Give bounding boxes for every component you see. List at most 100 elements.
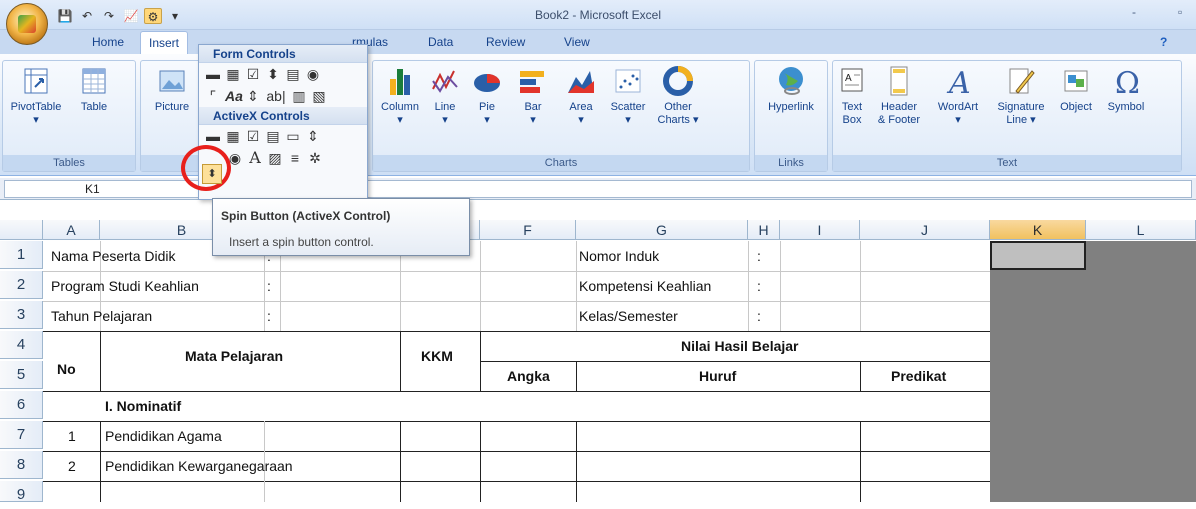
picture-button[interactable]: Picture xyxy=(147,65,197,114)
minimize-button[interactable]: - xyxy=(1132,5,1136,19)
combo-box-icon[interactable]: ▦ xyxy=(225,66,241,82)
checkbox-icon[interactable]: ☑ xyxy=(245,66,261,82)
row-header-8[interactable]: 8 xyxy=(0,451,43,479)
list-box-icon[interactable]: ▤ xyxy=(285,66,301,82)
undo-icon[interactable]: ↶ xyxy=(78,8,96,24)
redo-icon[interactable]: ↷ xyxy=(100,8,118,24)
tab-data[interactable]: Data xyxy=(428,35,453,49)
column-header-i[interactable]: I xyxy=(780,220,860,240)
activex-controls-row-1: ▬ ▦ ☑ ▤ ▭ ⇕ xyxy=(199,125,367,147)
wordart-button[interactable]: A WordArt ▾ xyxy=(929,65,987,127)
combo-dropdown-icon[interactable]: ▧ xyxy=(311,88,327,104)
tab-review[interactable]: Review xyxy=(486,35,525,49)
cell-g2[interactable]: Kompetensi Keahlian xyxy=(576,272,711,300)
signature-line-button[interactable]: Signature Line ▾ xyxy=(991,65,1051,127)
hyperlink-button[interactable]: Hyperlink xyxy=(761,65,821,114)
chart-icon[interactable]: 📈 xyxy=(122,8,140,24)
pivottable-button[interactable]: PivotTable ▾ xyxy=(5,65,67,127)
row-header-7[interactable]: 7 xyxy=(0,421,43,449)
pie-chart-button[interactable]: Pie ▾ xyxy=(467,65,507,127)
help-icon[interactable]: ? xyxy=(1160,35,1167,49)
option-button-icon[interactable]: ◉ xyxy=(305,66,321,82)
other-charts-button[interactable]: Other Charts ▾ xyxy=(653,65,703,127)
label-activex-icon[interactable]: A xyxy=(247,150,263,166)
image-activex-icon[interactable]: ▨ xyxy=(267,150,283,166)
activex-textbox-icon[interactable]: ▭ xyxy=(285,128,301,144)
office-button[interactable] xyxy=(6,3,48,45)
tab-insert[interactable]: Insert xyxy=(140,31,189,55)
tab-view[interactable]: View xyxy=(564,35,590,49)
symbol-button[interactable]: Ω Symbol xyxy=(1101,65,1151,114)
bar-chart-icon xyxy=(520,71,544,93)
table-button[interactable]: Table xyxy=(73,65,115,114)
active-cell-k1[interactable] xyxy=(990,241,1086,270)
row-header-9[interactable]: 9 xyxy=(0,481,43,503)
cell-g3[interactable]: Kelas/Semester xyxy=(576,302,678,330)
more-controls-icon[interactable]: ✲ xyxy=(307,150,323,166)
table-border xyxy=(860,361,861,391)
controls-icon[interactable]: ⚙ xyxy=(144,8,162,24)
command-button-icon[interactable]: ▬ xyxy=(205,128,221,144)
doughnut-chart-icon xyxy=(663,66,693,96)
column-header-k[interactable]: K xyxy=(990,220,1086,240)
activex-list-icon[interactable]: ▤ xyxy=(265,128,281,144)
row-header-5[interactable]: 5 xyxy=(0,361,43,389)
area-chart-button[interactable]: Area ▾ xyxy=(561,65,601,127)
other-charts-sublabel: Charts xyxy=(657,114,690,126)
header-footer-button[interactable]: Header & Footer xyxy=(871,65,927,127)
cell-a7[interactable]: 1 xyxy=(65,422,76,450)
column-header-a[interactable]: A xyxy=(43,220,100,240)
scroll-bar-icon[interactable]: ⇕ xyxy=(245,88,261,104)
tab-home[interactable]: Home xyxy=(92,35,124,49)
table-border xyxy=(100,421,101,502)
links-group-label: Links xyxy=(755,155,827,171)
button-control-icon[interactable]: ▬ xyxy=(205,66,221,82)
spin-button-form-icon[interactable]: ⬍ xyxy=(265,66,281,82)
cell-nominatif[interactable]: I. Nominatif xyxy=(102,392,181,420)
ribbon: PivotTable▾ Table Tables Picture rt Colu… xyxy=(0,54,1196,176)
name-box[interactable]: K1 xyxy=(4,180,204,198)
select-all-corner[interactable] xyxy=(0,220,43,240)
gridline xyxy=(43,301,990,302)
row-header-3[interactable]: 3 xyxy=(0,301,43,329)
row-header-1[interactable]: 1 xyxy=(0,241,43,269)
column-header-h[interactable]: H xyxy=(748,220,780,240)
column-header-f[interactable]: F xyxy=(480,220,576,240)
cell-g1[interactable]: Nomor Induk xyxy=(576,242,659,270)
activex-scrollbar-icon[interactable]: ⇕ xyxy=(305,128,321,144)
column-chart-button[interactable]: Column ▾ xyxy=(377,65,423,127)
column-header-l[interactable]: L xyxy=(1086,220,1196,240)
scatter-chart-button[interactable]: Scatter ▾ xyxy=(605,65,651,127)
cell-b1[interactable]: Nama Peserta Didik xyxy=(48,242,176,270)
line-chart-button[interactable]: Line ▾ xyxy=(425,65,465,127)
combo-list-icon[interactable]: ▥ xyxy=(291,88,307,104)
row-header-4[interactable]: 4 xyxy=(0,331,43,359)
object-button[interactable]: Object xyxy=(1053,65,1099,114)
bar-chart-button[interactable]: Bar ▾ xyxy=(513,65,553,127)
activex-combo-icon[interactable]: ▦ xyxy=(225,128,241,144)
textbox-button[interactable]: A Text Box xyxy=(835,65,869,127)
cell-b3[interactable]: Tahun Pelajaran xyxy=(48,302,152,330)
customize-qat-icon[interactable]: ▾ xyxy=(166,8,184,24)
cell-a8[interactable]: 2 xyxy=(65,452,76,480)
activex-checkbox-icon[interactable]: ☑ xyxy=(245,128,261,144)
row-header-6[interactable]: 6 xyxy=(0,391,43,419)
cell-colon: : xyxy=(757,248,761,264)
formula-bar[interactable] xyxy=(282,180,1192,198)
table-border xyxy=(43,391,990,392)
column-header-g[interactable]: G xyxy=(576,220,748,240)
cell-b2[interactable]: Program Studi Keahlian xyxy=(48,272,199,300)
restore-button[interactable]: ▫ xyxy=(1178,5,1182,19)
omega-symbol-icon: Ω xyxy=(1115,66,1140,97)
group-box-icon[interactable]: ⌜ xyxy=(205,88,221,104)
column-header-j[interactable]: J xyxy=(860,220,990,240)
spin-button-activex-icon[interactable]: ⬍ xyxy=(202,164,222,184)
toggle-button-icon[interactable]: ≡ xyxy=(287,150,303,166)
cell-b7[interactable]: Pendidikan Agama xyxy=(102,422,222,450)
row-header-2[interactable]: 2 xyxy=(0,271,43,299)
save-icon[interactable]: 💾 xyxy=(56,8,74,24)
cell-b8[interactable]: Pendidikan Kewarganegaraan xyxy=(102,452,293,480)
label-control-icon[interactable]: Aa xyxy=(225,88,243,104)
text-field-icon[interactable]: ab| xyxy=(265,88,287,104)
signature-icon xyxy=(1009,68,1035,94)
